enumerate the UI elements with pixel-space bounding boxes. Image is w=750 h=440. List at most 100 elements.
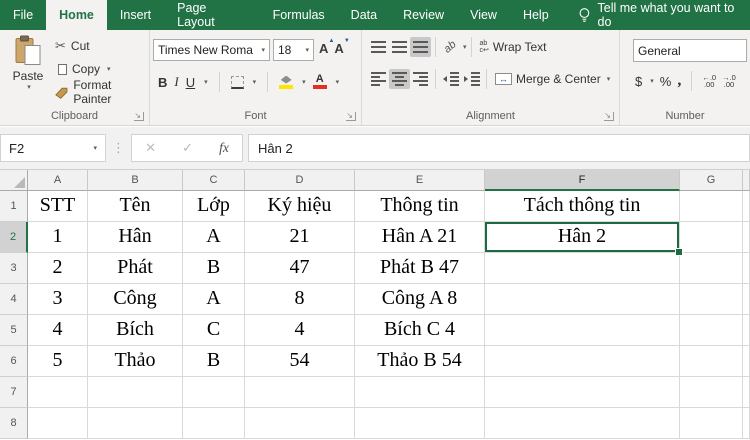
cell-E3[interactable]: Phát B 47 (355, 253, 485, 284)
cell-D1[interactable]: Ký hiệu (245, 191, 355, 222)
name-box-dropdown-arrow[interactable]: ▾ (93, 144, 97, 152)
cell-C3[interactable]: B (183, 253, 245, 284)
tab-data[interactable]: Data (338, 0, 390, 30)
cell-A6[interactable]: 5 (28, 346, 88, 377)
tab-review[interactable]: Review (390, 0, 457, 30)
cell-C4[interactable]: A (183, 284, 245, 315)
cell-D6[interactable]: 54 (245, 346, 355, 377)
cell-E8[interactable] (355, 408, 485, 439)
italic-button[interactable]: I (174, 74, 178, 90)
column-header-C[interactable]: C (183, 170, 245, 191)
cell-G5[interactable] (680, 315, 743, 346)
name-box[interactable]: F2 ▾ (0, 134, 106, 162)
font-size-dropdown-arrow[interactable]: ▾ (305, 46, 309, 54)
cell-F2-selected[interactable]: Hân 2 (485, 222, 683, 256)
decrease-indent-button[interactable] (440, 69, 461, 89)
fill-color-dropdown-arrow[interactable]: ▾ (302, 78, 306, 86)
column-header-D[interactable]: D (245, 170, 355, 191)
shrink-font-button[interactable]: A ▼ (334, 38, 349, 56)
font-color-button[interactable]: A (312, 74, 327, 89)
cell-E4[interactable]: Công A 8 (355, 284, 485, 315)
cell-B8[interactable] (88, 408, 183, 439)
cell-B6[interactable]: Thảo (88, 346, 183, 377)
clipboard-dialog-launcher-icon[interactable]: ↘ (134, 112, 144, 121)
cell-C5[interactable]: C (183, 315, 245, 346)
comma-style-button[interactable]: , (677, 73, 681, 89)
tell-me-box[interactable]: Tell me what you want to do (578, 0, 750, 30)
cell-G2[interactable] (680, 222, 743, 253)
cell-E7[interactable] (355, 377, 485, 408)
increase-indent-button[interactable] (461, 69, 482, 89)
row-header-2[interactable]: 2 (0, 222, 28, 253)
column-header-F[interactable]: F (485, 170, 680, 191)
middle-align-button[interactable] (389, 37, 410, 57)
column-header-B[interactable]: B (88, 170, 183, 191)
bold-button[interactable]: B (158, 75, 167, 90)
cell-D7[interactable] (245, 377, 355, 408)
tab-view[interactable]: View (457, 0, 510, 30)
tab-formulas[interactable]: Formulas (260, 0, 338, 30)
row-header-8[interactable]: 8 (0, 408, 28, 439)
formula-input[interactable]: Hân 2 (248, 134, 750, 162)
cell-E1[interactable]: Thông tin (355, 191, 485, 222)
row-header-4[interactable]: 4 (0, 284, 28, 315)
alignment-dialog-launcher-icon[interactable]: ↘ (604, 112, 614, 121)
orientation-dropdown-arrow[interactable]: ▾ (463, 43, 467, 51)
cell-C1[interactable]: Lớp (183, 191, 245, 222)
font-name-dropdown-arrow[interactable]: ▾ (261, 46, 265, 54)
font-dialog-launcher-icon[interactable]: ↘ (346, 112, 356, 121)
cell-C8[interactable] (183, 408, 245, 439)
cell-C6[interactable]: B (183, 346, 245, 377)
align-left-button[interactable] (368, 69, 389, 89)
cell-E2[interactable]: Hân A 21 (355, 222, 485, 253)
cell-B3[interactable]: Phát (88, 253, 183, 284)
tab-insert[interactable]: Insert (107, 0, 164, 30)
top-align-button[interactable] (368, 37, 389, 57)
font-size-combo[interactable]: 18 ▾ (273, 39, 314, 61)
cell-A5[interactable]: 4 (28, 315, 88, 346)
cell-B5[interactable]: Bích (88, 315, 183, 346)
borders-icon[interactable] (230, 75, 244, 89)
tab-page-layout[interactable]: Page Layout (164, 0, 259, 30)
column-header-G[interactable]: G (680, 170, 743, 191)
formula-bar-grip-icon[interactable]: ⋮ (112, 140, 125, 156)
copy-dropdown-arrow[interactable]: ▾ (107, 65, 111, 73)
select-all-corner[interactable] (0, 170, 28, 191)
cell-F1[interactable]: Tách thông tin (485, 191, 680, 222)
grow-font-button[interactable]: A ▲ (319, 38, 334, 56)
cell-G7[interactable] (680, 377, 743, 408)
cell-A1[interactable]: STT (28, 191, 88, 222)
align-center-button[interactable] (389, 69, 410, 89)
cell-G8[interactable] (680, 408, 743, 439)
increase-decimal-button[interactable]: ←.0 .00 (702, 74, 716, 89)
cell-C7[interactable] (183, 377, 245, 408)
copy-button[interactable]: Copy ▾ (55, 61, 149, 76)
row-header-3[interactable]: 3 (0, 253, 28, 284)
row-header-1[interactable]: 1 (0, 191, 28, 222)
format-painter-button[interactable]: Format Painter (55, 78, 149, 106)
cell-B1[interactable]: Tên (88, 191, 183, 222)
cell-F3[interactable] (485, 253, 680, 284)
tab-file[interactable]: File (0, 0, 46, 30)
column-header-A[interactable]: A (28, 170, 88, 191)
bottom-align-button[interactable] (410, 37, 431, 57)
cell-F4[interactable] (485, 284, 680, 315)
currency-button[interactable]: $ (635, 74, 642, 89)
cell-A8[interactable] (28, 408, 88, 439)
cell-G1[interactable] (680, 191, 743, 222)
cell-F8[interactable] (485, 408, 680, 439)
wrap-text-button[interactable]: ab c↩ Wrap Text (480, 40, 547, 54)
cell-G6[interactable] (680, 346, 743, 377)
align-right-button[interactable] (410, 69, 431, 89)
column-header-E[interactable]: E (355, 170, 485, 191)
row-header-6[interactable]: 6 (0, 346, 28, 377)
cell-D4[interactable]: 8 (245, 284, 355, 315)
cell-B4[interactable]: Công (88, 284, 183, 315)
cell-F7[interactable] (485, 377, 680, 408)
cell-D8[interactable] (245, 408, 355, 439)
paste-button[interactable]: Paste ▾ (5, 35, 51, 117)
number-format-combo[interactable]: General (633, 39, 747, 62)
cell-B2[interactable]: Hân (88, 222, 183, 253)
cell-F5[interactable] (485, 315, 680, 346)
paste-dropdown-arrow[interactable]: ▾ (27, 83, 31, 91)
